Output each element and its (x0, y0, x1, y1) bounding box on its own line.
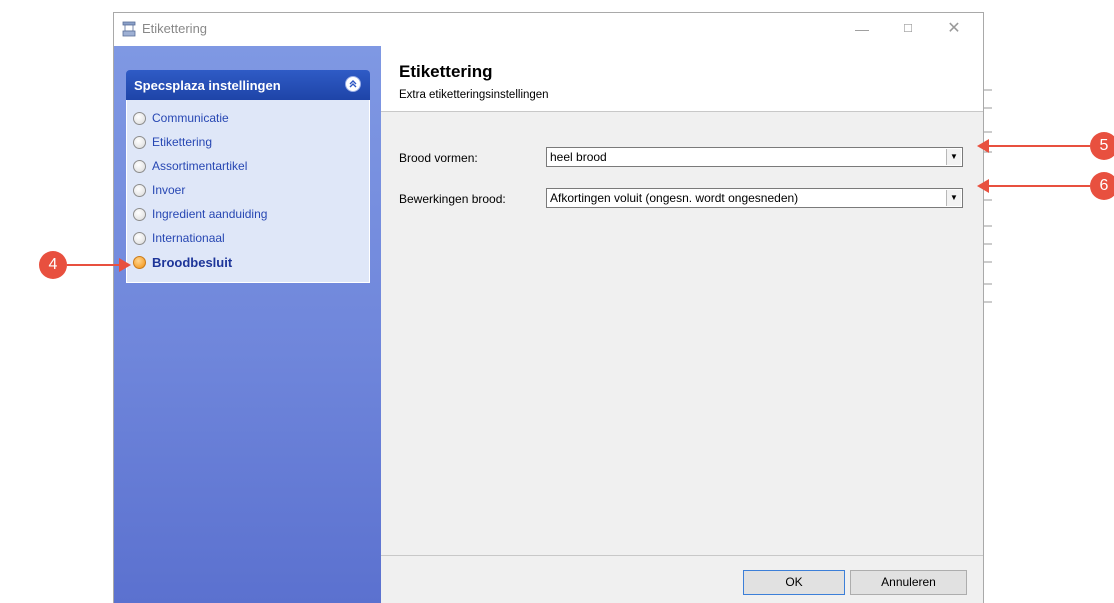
window-title: Etikettering (142, 21, 208, 36)
dropdown-arrow-icon[interactable]: ▼ (946, 190, 961, 206)
radio-icon (133, 135, 146, 149)
sidebar-item-label: Assortimentartikel (152, 159, 248, 173)
radio-icon (133, 159, 146, 173)
group-body: Communicatie Etikettering Assortimentart… (126, 100, 370, 283)
ok-button[interactable]: OK (743, 570, 845, 595)
brood-vormen-label: Brood vormen: (399, 151, 478, 165)
sidebar: Specsplaza instellingen Communicatie Eti… (114, 46, 381, 603)
page-title: Etikettering (399, 62, 493, 81)
dropdown-arrow-icon[interactable]: ▼ (946, 149, 961, 165)
bewerkingen-brood-label: Bewerkingen brood: (399, 192, 506, 206)
marker-5-arrow (986, 145, 1090, 147)
sidebar-item-label: Communicatie (152, 111, 229, 125)
arrow-head-icon (119, 258, 131, 272)
radio-icon (133, 231, 146, 245)
marker-4: 4 (39, 251, 67, 279)
app-icon (122, 21, 136, 37)
arrow-head-icon (977, 139, 989, 153)
background-edge (984, 89, 992, 303)
arrow-head-icon (977, 179, 989, 193)
group-header[interactable]: Specsplaza instellingen (126, 70, 370, 100)
bewerkingen-brood-select[interactable]: Afkortingen voluit (ongesn. wordt ongesn… (546, 188, 963, 208)
radio-icon (133, 207, 146, 221)
sidebar-item-label: Etikettering (152, 135, 213, 149)
marker-6-arrow (986, 185, 1090, 187)
marker-5: 5 (1090, 132, 1114, 160)
sidebar-item-internationaal[interactable]: Internationaal (127, 226, 369, 250)
panel-header: Etikettering Extra etiketteringsinstelli… (381, 46, 983, 112)
group-title: Specsplaza instellingen (134, 78, 281, 93)
sidebar-item-etikettering[interactable]: Etikettering (127, 130, 369, 154)
sidebar-item-broodbesluit[interactable]: Broodbesluit (127, 250, 369, 274)
sidebar-item-label: Invoer (152, 183, 186, 197)
sidebar-item-assortimentartikel[interactable]: Assortimentartikel (127, 154, 369, 178)
marker-6: 6 (1090, 172, 1114, 200)
sidebar-item-label: Ingredient aanduiding (152, 207, 268, 221)
page-subtitle: Extra etiketteringsinstellingen (399, 89, 549, 101)
maximize-button[interactable]: ☐ (885, 15, 931, 45)
sidebar-item-communicatie[interactable]: Communicatie (127, 106, 369, 130)
bewerkingen-brood-value: Afkortingen voluit (ongesn. wordt ongesn… (550, 191, 799, 205)
sidebar-item-label: Broodbesluit (152, 254, 233, 270)
brood-vormen-select[interactable]: heel brood ▼ (546, 147, 963, 167)
close-button[interactable]: ✕ (931, 15, 977, 45)
cancel-button[interactable]: Annuleren (850, 570, 967, 595)
radio-icon (133, 111, 146, 125)
sidebar-item-ingredient-aanduiding[interactable]: Ingredient aanduiding (127, 202, 369, 226)
main-panel: Etikettering Extra etiketteringsinstelli… (381, 46, 983, 603)
minimize-button[interactable]: — (839, 15, 885, 45)
radio-icon (133, 183, 146, 197)
collapse-icon[interactable] (345, 76, 361, 92)
chevron-up-double-icon (349, 80, 357, 88)
sidebar-item-invoer[interactable]: Invoer (127, 178, 369, 202)
dialog-window: Etikettering — ☐ ✕ Specsplaza instelling… (113, 12, 984, 603)
sidebar-item-label: Internationaal (152, 231, 225, 245)
brood-vormen-value: heel brood (550, 150, 607, 164)
settings-group: Specsplaza instellingen Communicatie Eti… (126, 70, 370, 283)
marker-4-arrow (67, 264, 125, 266)
title-bar[interactable]: Etikettering — ☐ ✕ (114, 13, 983, 46)
footer-divider (381, 555, 983, 556)
radio-active-icon (133, 255, 146, 269)
